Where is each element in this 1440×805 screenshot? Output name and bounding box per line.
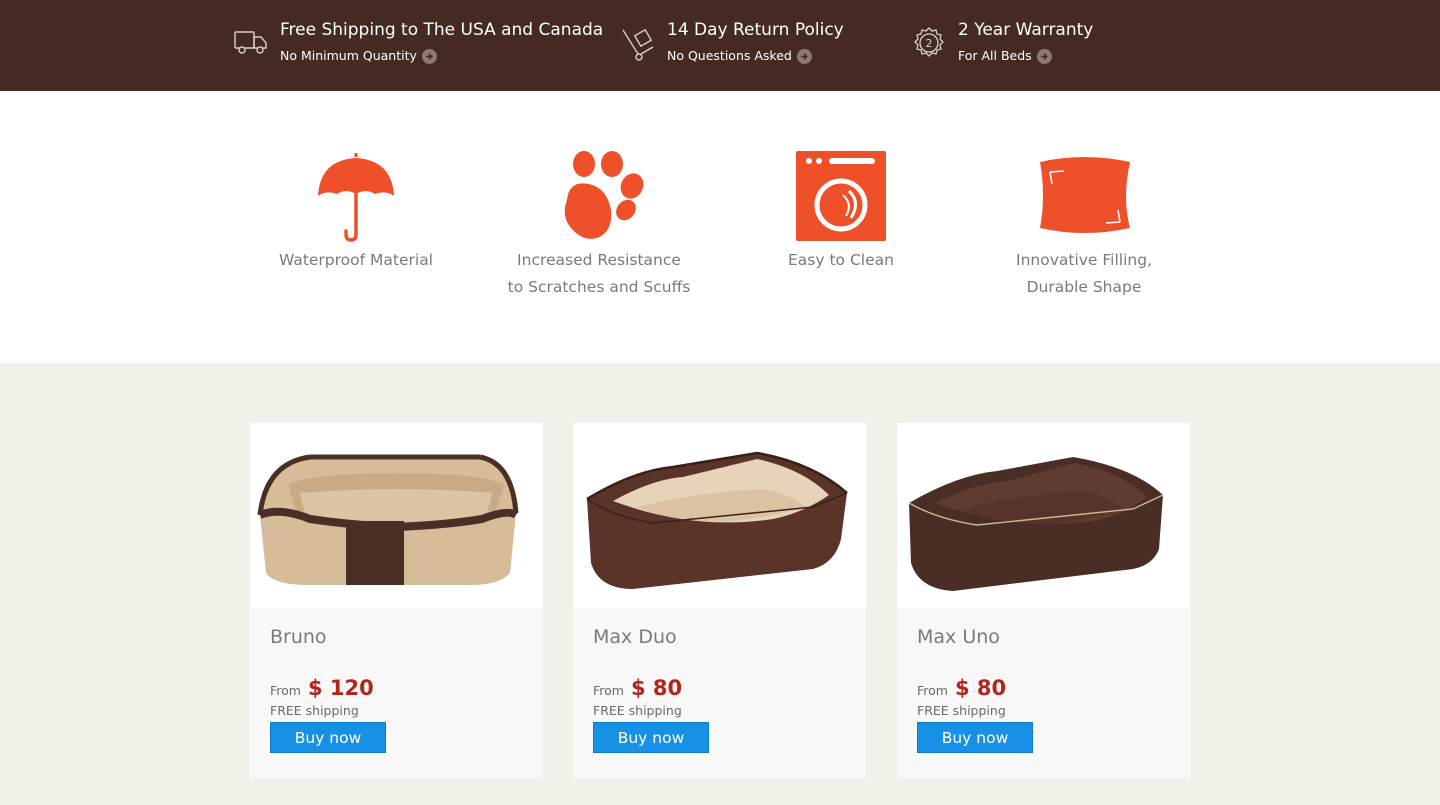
product-name[interactable]: Max Duo <box>593 625 846 649</box>
seal-number: 2 <box>926 37 933 50</box>
features-section: Waterproof Material Increased Resistance… <box>0 91 1440 363</box>
product-card: Max Duo From $ 80 FREE shipping Buy now <box>573 423 866 778</box>
feature-label-line2: to Scratches and Scuffs <box>507 278 691 296</box>
product-price: $ 80 <box>954 676 1007 700</box>
dog-bed-image <box>586 451 848 589</box>
shipping-note: FREE shipping <box>917 703 1006 718</box>
feature-label-line1: Waterproof Material <box>278 251 433 269</box>
feature-label-line1: Increased Resistance <box>517 251 681 269</box>
shipping-info-bar: Free Shipping to The USA and Canada No M… <box>0 0 1440 91</box>
dog-bed-image <box>908 457 1164 591</box>
product-name[interactable]: Max Uno <box>917 625 1170 649</box>
price-from-label: From <box>270 683 301 698</box>
price-row: From $ 80 <box>593 676 846 700</box>
product-name[interactable]: Bruno <box>270 625 523 649</box>
arrow-right-icon[interactable] <box>1036 48 1052 64</box>
paw-icon <box>564 151 644 239</box>
warranty-item[interactable]: 2 2 Year Warranty For All Beds <box>912 18 1093 65</box>
products-section: Bruno From $ 120 FREE shipping Buy now M… <box>0 363 1440 805</box>
pillow-icon <box>1040 157 1130 233</box>
buy-now-button[interactable]: Buy now <box>593 722 709 753</box>
umbrella-icon <box>318 153 394 242</box>
price-row: From $ 120 <box>270 676 523 700</box>
feature-label: Increased Resistance to Scratches and Sc… <box>499 247 699 301</box>
product-image[interactable] <box>897 423 1190 608</box>
dog-bed-image <box>257 454 519 585</box>
warranty-subtitle-text: For All Beds <box>958 48 1032 63</box>
shipping-note: FREE shipping <box>270 703 359 718</box>
shipping-title: Free Shipping to The USA and Canada <box>280 20 604 40</box>
warranty-title: 2 Year Warranty <box>958 20 1094 40</box>
feature-label: Waterproof Material <box>256 247 456 274</box>
product-price: $ 120 <box>307 676 374 700</box>
price-from-label: From <box>917 683 948 698</box>
warranty-seal-icon: 2 <box>914 27 944 57</box>
shipping-subtitle-text: No Minimum Quantity <box>280 48 417 63</box>
feature-waterproof: Waterproof Material <box>256 150 456 274</box>
truck-icon <box>234 31 267 54</box>
buy-now-button[interactable]: Buy now <box>917 722 1033 753</box>
feature-label-line2: Durable Shape <box>1026 278 1142 296</box>
feature-scratch-resistance: Increased Resistance to Scratches and Sc… <box>499 150 699 301</box>
arrow-right-icon[interactable] <box>421 48 437 64</box>
price-from-label: From <box>593 683 624 698</box>
price-row: From $ 80 <box>917 676 1170 700</box>
product-card: Bruno From $ 120 FREE shipping Buy now <box>250 423 543 778</box>
buy-now-button[interactable]: Buy now <box>270 722 386 753</box>
warranty-subtitle[interactable]: For All Beds <box>958 47 1093 65</box>
feature-easy-clean: Easy to Clean <box>741 150 941 274</box>
feature-label-line1: Easy to Clean <box>788 251 894 269</box>
product-image[interactable] <box>250 423 543 608</box>
feature-label-line1: Innovative Filling, <box>1016 251 1152 269</box>
shipping-info-item[interactable]: Free Shipping to The USA and Canada No M… <box>234 18 603 65</box>
feature-filling: Innovative Filling, Durable Shape <box>984 150 1184 301</box>
dolly-icon <box>622 28 654 61</box>
return-policy-item[interactable]: 14 Day Return Policy No Questions Asked <box>621 18 844 65</box>
product-image[interactable] <box>573 423 866 608</box>
arrow-right-icon[interactable] <box>796 48 812 64</box>
return-policy-subtitle[interactable]: No Questions Asked <box>667 47 844 65</box>
washing-machine-icon <box>796 151 886 241</box>
product-price: $ 80 <box>630 676 683 700</box>
return-policy-title: 14 Day Return Policy <box>667 20 844 40</box>
return-policy-subtitle-text: No Questions Asked <box>667 48 792 63</box>
shipping-subtitle[interactable]: No Minimum Quantity <box>280 47 603 65</box>
shipping-note: FREE shipping <box>593 703 682 718</box>
feature-label: Innovative Filling, Durable Shape <box>984 247 1184 301</box>
feature-label: Easy to Clean <box>741 247 941 274</box>
product-card: Max Uno From $ 80 FREE shipping Buy now <box>897 423 1190 778</box>
